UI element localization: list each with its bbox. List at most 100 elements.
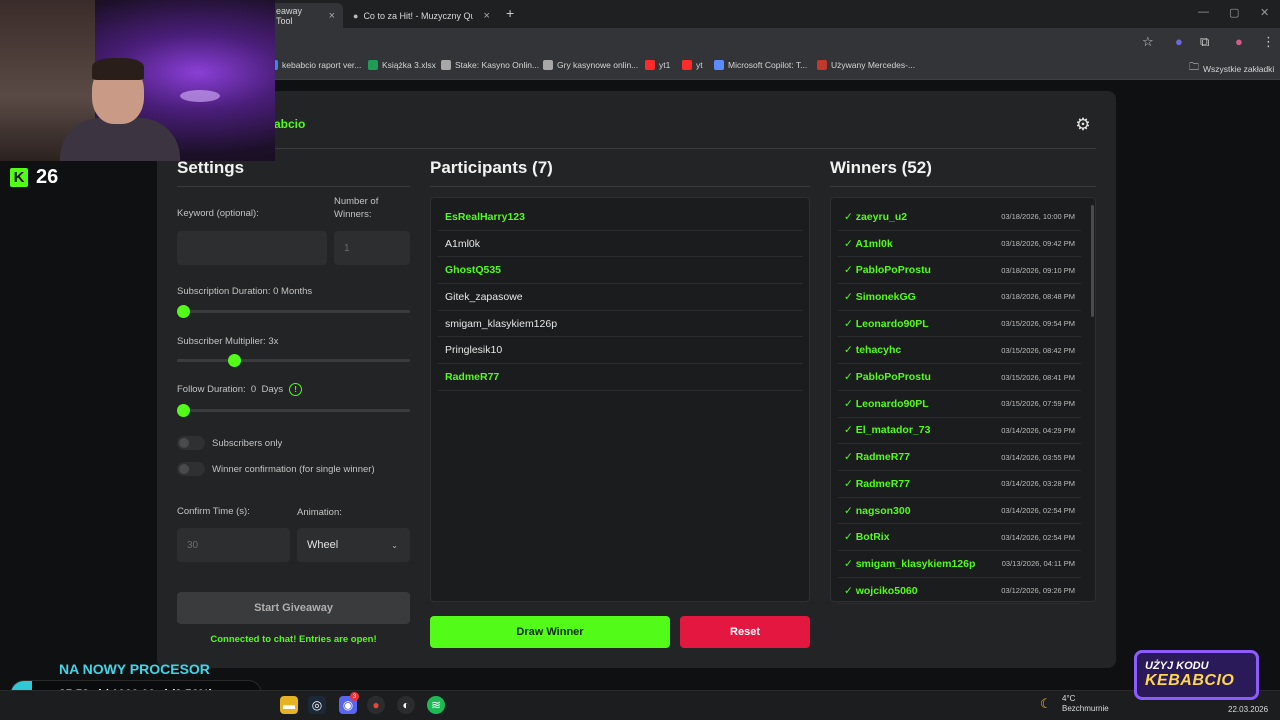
bookmark-item[interactable]: Używany Mercedes-... — [817, 60, 915, 70]
close-window-icon[interactable]: ✕ — [1260, 6, 1269, 19]
animation-selected-value: Wheel — [307, 539, 339, 551]
tab-favicon-icon: ● — [353, 10, 359, 21]
webcam-person-hair — [92, 58, 144, 80]
bookmark-star-icon[interactable]: ☆ — [1142, 34, 1154, 50]
participant-name: smigam_klasykiem126p — [445, 317, 558, 330]
bookmark-item[interactable]: Microsoft Copilot: T... — [714, 60, 807, 70]
webcam-person-body — [60, 118, 180, 161]
winner-date: 03/13/2026, 04:11 PM — [1001, 559, 1075, 569]
stake-icon — [441, 60, 451, 70]
youtube-icon — [645, 60, 655, 70]
participant-row: RadmeR77 — [438, 364, 803, 391]
follow-duration-slider-track[interactable] — [177, 409, 410, 412]
draw-winner-button[interactable]: Draw Winner — [430, 616, 670, 648]
winner-row: ✓ tehacyhc 03/15/2026, 08:42 PM — [838, 338, 1081, 365]
winners-count-input[interactable]: 1 — [334, 231, 410, 265]
all-bookmarks[interactable]: 🗀 Wszystkie zakładki — [1189, 60, 1274, 77]
participants-divider — [430, 186, 810, 187]
extensions-puzzle-icon[interactable]: ⧉ — [1200, 34, 1209, 50]
participants-title: Participants (7) — [430, 158, 553, 177]
winner-row: ✓ A1ml0k 03/18/2026, 09:42 PM — [838, 231, 1081, 258]
info-icon[interactable]: ! — [289, 383, 303, 396]
winner-row: ✓ Leonardo90PL 03/15/2026, 07:59 PM — [838, 391, 1081, 418]
kick-logo-icon: K — [10, 168, 28, 187]
subscribers-only-label: Subscribers only — [212, 438, 283, 449]
participant-row: A1ml0k — [438, 231, 803, 258]
winner-date: 03/18/2026, 09:10 PM — [1001, 265, 1075, 275]
profile-avatar-icon[interactable]: ● — [1235, 34, 1243, 49]
winner-date: 03/14/2026, 03:28 PM — [1001, 479, 1075, 489]
reset-button[interactable]: Reset — [680, 616, 810, 648]
close-icon[interactable]: × — [483, 10, 489, 22]
menu-dots-icon[interactable]: ⋮ — [1262, 34, 1275, 50]
maximize-icon[interactable]: ▢ — [1229, 6, 1239, 19]
subscribers-only-toggle[interactable] — [177, 436, 205, 450]
folder-icon: 🗀 — [1189, 62, 1199, 73]
winners-scrollbar[interactable] — [1091, 205, 1094, 317]
extension-icon[interactable]: ● — [1175, 34, 1183, 49]
winner-confirmation-toggle[interactable] — [177, 462, 205, 476]
confirm-time-input[interactable]: 30 — [177, 528, 290, 562]
keyword-input[interactable] — [177, 231, 327, 265]
bookmark-item[interactable]: Książka 3.xlsx — [368, 60, 436, 70]
viewer-count: 26 — [36, 166, 59, 188]
winner-date: 03/14/2026, 02:54 PM — [1001, 506, 1075, 516]
file-explorer-icon[interactable]: ▬ — [280, 696, 298, 714]
winner-name: ✓ PabloPoProstu — [844, 371, 931, 384]
winner-row: ✓ PabloPoProstu 03/18/2026, 09:10 PM — [838, 257, 1081, 285]
winner-name: ✓ A1ml0k — [844, 237, 893, 250]
steam-icon[interactable]: ◎ — [308, 696, 326, 714]
participant-row: GhostQ535 — [438, 257, 803, 285]
copilot-icon — [714, 60, 724, 70]
keyword-label: Keyword (optional): — [177, 208, 259, 219]
follow-duration-slider-thumb[interactable] — [177, 404, 190, 417]
subscriber-multiplier-slider-thumb[interactable] — [227, 354, 241, 367]
tab-giveaway-tool[interactable]: eaway Tool × — [268, 3, 343, 28]
winner-row: ✓ El_matador_73 03/14/2026, 04:29 PM — [838, 418, 1081, 445]
bookmark-item[interactable]: Gry kasynowe onlin... — [543, 60, 638, 70]
obs-icon[interactable]: ◐ — [397, 696, 415, 714]
participant-name: Pringlesik10 — [445, 344, 503, 357]
winner-name: ✓ El_matador_73 — [844, 424, 931, 437]
winner-row: ✓ Leonardo90PL 03/15/2026, 09:54 PM — [838, 311, 1081, 338]
winner-row: ✓ wojciko5060 03/12/2026, 09:26 PM — [838, 578, 1081, 605]
winner-row: ✓ BotRix 03/14/2026, 02:54 PM — [838, 524, 1081, 552]
toggle-knob — [179, 464, 189, 474]
webcam-overlay — [0, 0, 275, 161]
donation-goal-title: NA NOWY PROCESOR — [59, 661, 210, 677]
animation-select[interactable]: Wheel ⌄ — [297, 528, 410, 562]
winner-date: 03/15/2026, 08:42 PM — [1001, 345, 1075, 355]
start-giveaway-button[interactable]: Start Giveaway — [177, 592, 410, 624]
winner-confirmation-label: Winner confirmation (for single winner) — [212, 464, 375, 475]
chrome-icon[interactable]: ● — [367, 696, 385, 714]
subscription-duration-slider-track[interactable] — [177, 310, 410, 313]
gear-icon[interactable]: ⚙ — [1071, 113, 1095, 137]
bookmark-item[interactable]: yt — [682, 60, 703, 70]
subscriber-multiplier-slider-track[interactable] — [177, 359, 410, 362]
winner-name: ✓ Leonardo90PL — [844, 317, 929, 330]
bookmark-item[interactable]: Stake: Kasyno Onlin... — [441, 60, 539, 70]
close-icon[interactable]: × — [329, 10, 335, 22]
winner-name: ✓ wojciko5060 — [844, 584, 918, 597]
promo-line-2: KEBABCIO — [1145, 672, 1235, 689]
toggle-knob — [179, 438, 189, 448]
winner-date: 03/18/2026, 10:00 PM — [1001, 212, 1075, 222]
weather-widget[interactable]: 4°C Bezchmurnie — [1062, 694, 1109, 713]
weather-temp: 4°C — [1062, 694, 1076, 703]
excel-icon — [368, 60, 378, 70]
bookmark-item[interactable]: yt1 — [645, 60, 670, 70]
participant-name: EsRealHarry123 — [445, 210, 525, 223]
participant-name: GhostQ535 — [445, 264, 502, 277]
spotify-icon[interactable]: ≋ — [427, 696, 445, 714]
subscription-duration-slider-thumb[interactable] — [177, 305, 190, 318]
winner-name: ✓ SimonekGG — [844, 290, 916, 303]
webcam-light — [180, 90, 220, 102]
settings-divider — [177, 186, 410, 187]
winners-divider — [830, 186, 1096, 187]
minimize-icon[interactable]: — — [1198, 6, 1209, 18]
follow-duration-row: Follow Duration: 0 Days ! — [177, 383, 303, 396]
tab-muzyczny-quiz[interactable]: ● Co to za Hit! - Muzyczny Quiz × — [345, 3, 500, 28]
winner-name: ✓ zaeyru_u2 — [844, 210, 908, 223]
bookmark-item[interactable]: kebabcio raport ver... — [268, 60, 361, 70]
new-tab-icon[interactable]: + — [506, 5, 514, 21]
